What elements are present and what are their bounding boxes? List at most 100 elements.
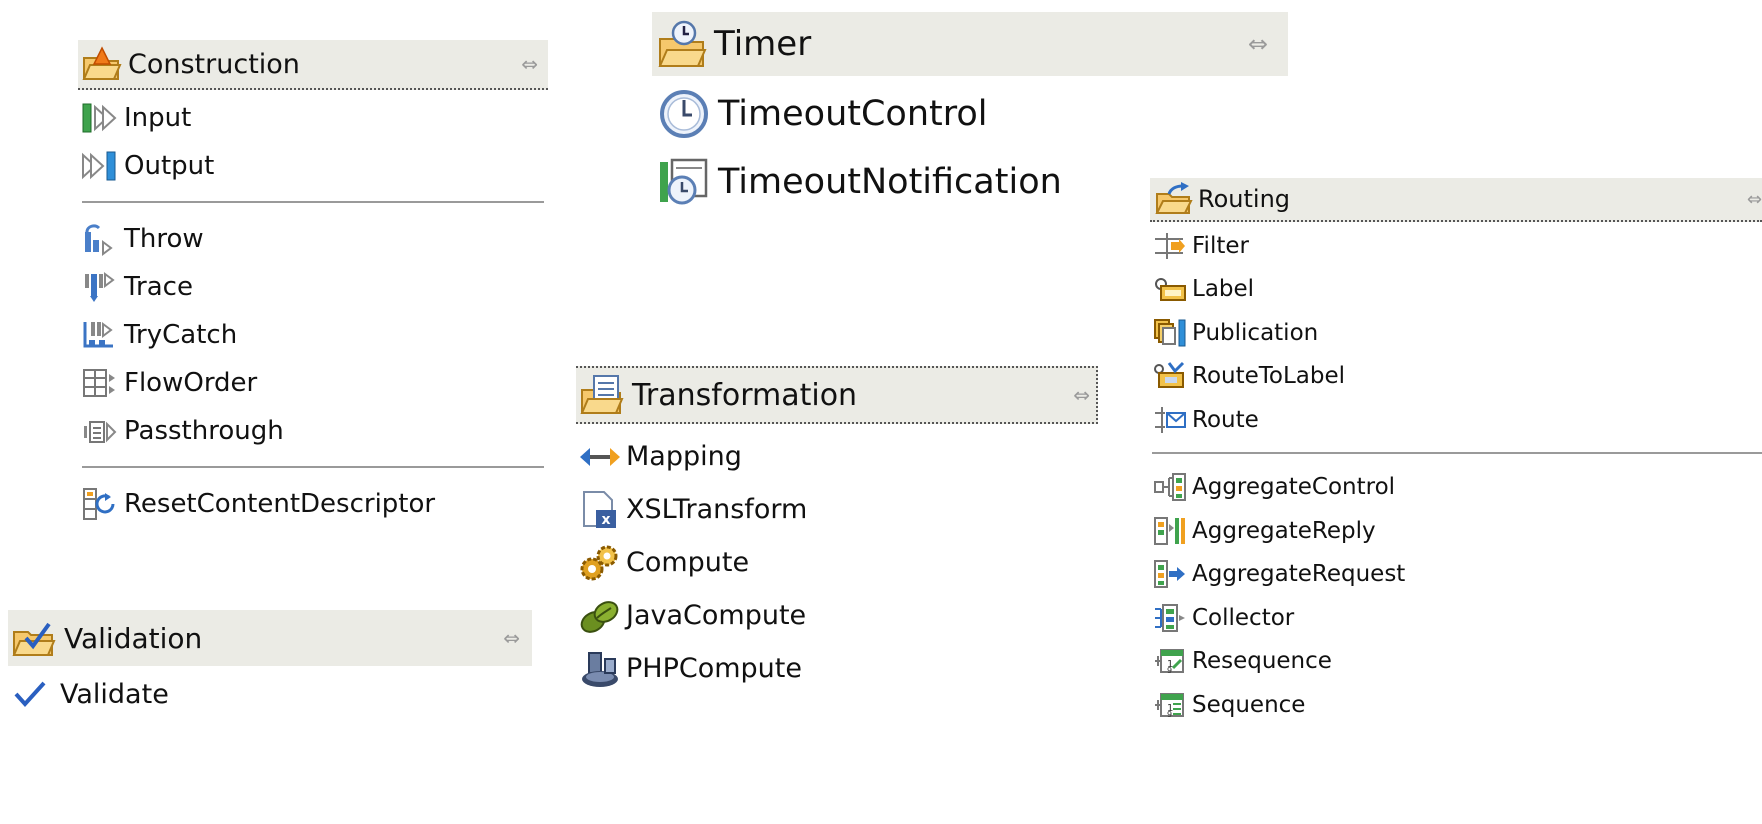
gears-icon [578,541,622,585]
palette-item-label[interactable]: Label [1150,268,1762,312]
palette-item-aggregatecontrol[interactable]: AggregateControl [1150,466,1762,510]
item-label: Collector [1192,604,1295,631]
collapse-toggle-icon[interactable]: ⇔ [1747,189,1762,210]
item-label: Input [124,103,192,133]
palette-item-route[interactable]: Route [1150,398,1762,442]
java-beans-icon [578,594,622,638]
mapping-arrows-icon [578,435,622,479]
xsl-document-icon: x [578,488,622,532]
palette-item-routetolabel[interactable]: RouteToLabel [1150,355,1762,399]
palette-item-collector[interactable]: Collector [1150,596,1762,640]
throw-node-icon [80,219,120,259]
output-node-icon [80,146,120,186]
input-node-icon [80,98,120,138]
trycatch-node-icon [80,315,120,355]
drawer-title: Routing [1198,185,1291,213]
drawer-title: Transformation [632,377,858,413]
floworder-node-icon [80,363,120,403]
palette-item-timeout-control[interactable]: TimeoutControl [652,80,1288,148]
collapse-toggle-icon[interactable]: ⇔ [521,52,538,76]
construction-drawer: Construction ⇔ Input Output Throw Trace … [78,40,548,528]
item-label: JavaCompute [626,600,807,631]
item-label: Route [1192,406,1259,433]
palette-item-throw[interactable]: Throw [78,215,548,263]
route-icon [1152,402,1188,438]
item-label: PHPCompute [626,653,802,684]
validation-drawer: Validation ⇔ Validate [8,610,532,722]
palette-item-validate[interactable]: Validate [8,666,532,722]
palette-item-input[interactable]: Input [78,94,548,142]
svg-text:x: x [601,512,610,528]
item-label: AggregateRequest [1192,561,1406,588]
palette-item-filter[interactable]: Filter [1150,224,1762,268]
palette-item-mapping[interactable]: Mapping [576,430,1098,483]
transformation-drawer-header[interactable]: Transformation ⇔ [576,366,1098,424]
item-label: Filter [1192,232,1249,259]
palette-item-javacompute[interactable]: JavaCompute [576,589,1098,642]
timer-drawer-header[interactable]: Timer ⇔ [652,12,1288,76]
trace-node-icon [80,267,120,307]
item-label: Passthrough [124,416,284,446]
palette-item-passthrough[interactable]: Passthrough [78,407,548,455]
palette-item-aggregaterequest[interactable]: AggregateRequest [1150,553,1762,597]
palette-item-sequence[interactable]: 19 Sequence [1150,683,1762,727]
folder-clock-icon [658,17,708,71]
palette-item-output[interactable]: Output [78,142,548,190]
item-label: AggregateReply [1192,517,1376,544]
palette-item-xsltransform[interactable]: x XSLTransform [576,483,1098,536]
palette-item-phpcompute[interactable]: PHPCompute [576,642,1098,695]
palette-item-resequence[interactable]: 19 Resequence [1150,640,1762,684]
routing-drawer: Routing ⇔ Filter Label Publication Route… [1150,178,1762,727]
palette-item-publication[interactable]: Publication [1150,311,1762,355]
collector-icon [1152,600,1188,636]
item-label: Trace [124,272,193,302]
item-label: AggregateControl [1192,474,1396,501]
item-label: TryCatch [124,320,238,350]
folder-check-icon [12,615,58,661]
palette-item-floworder[interactable]: FlowOrder [78,359,548,407]
item-label: FlowOrder [124,368,258,398]
collapse-toggle-icon[interactable]: ⇔ [1248,30,1268,58]
clock-icon [656,86,712,142]
item-label: RouteToLabel [1192,363,1346,390]
collapse-toggle-icon[interactable]: ⇔ [503,626,520,650]
palette-item-trycatch[interactable]: TryCatch [78,311,548,359]
php-compute-icon [578,647,622,691]
folder-arrow-icon [1154,180,1194,218]
aggregate-reply-icon [1152,513,1188,549]
svg-text:9: 9 [1167,710,1172,719]
drawer-title: Timer [714,24,812,64]
palette-item-reset-content-descriptor[interactable]: ResetContentDescriptor [78,480,548,528]
filter-icon [1152,228,1188,264]
drawer-title: Construction [128,48,300,80]
palette-item-aggregatereply[interactable]: AggregateReply [1150,509,1762,553]
resequence-icon: 19 [1152,643,1188,679]
item-label: Label [1192,276,1255,303]
item-label: Compute [626,547,750,578]
passthrough-node-icon [80,411,120,451]
svg-text:9: 9 [1167,666,1172,675]
sequence-icon: 19 [1152,687,1188,723]
item-label: Mapping [626,441,742,472]
validation-drawer-header[interactable]: Validation ⇔ [8,610,532,666]
collapse-toggle-icon[interactable]: ⇔ [1073,383,1090,407]
item-label: Validate [60,678,169,710]
aggregate-control-icon [1152,469,1188,505]
separator [82,201,544,203]
item-label: Publication [1192,319,1319,346]
item-label: Throw [124,224,204,254]
item-label: XSLTransform [626,494,808,525]
drawer-title: Validation [64,621,203,655]
route-to-label-icon [1152,358,1188,394]
item-label: TimeoutControl [718,94,988,134]
palette-item-compute[interactable]: Compute [576,536,1098,589]
construction-drawer-header[interactable]: Construction ⇔ [78,40,548,90]
aggregate-request-icon [1152,556,1188,592]
item-label: Resequence [1192,648,1332,675]
publication-icon [1152,315,1188,351]
routing-drawer-header[interactable]: Routing ⇔ [1150,178,1762,222]
folder-triangle-icon [82,44,122,84]
checkmark-icon [10,674,50,714]
timeout-notification-icon [656,154,712,210]
palette-item-trace[interactable]: Trace [78,263,548,311]
